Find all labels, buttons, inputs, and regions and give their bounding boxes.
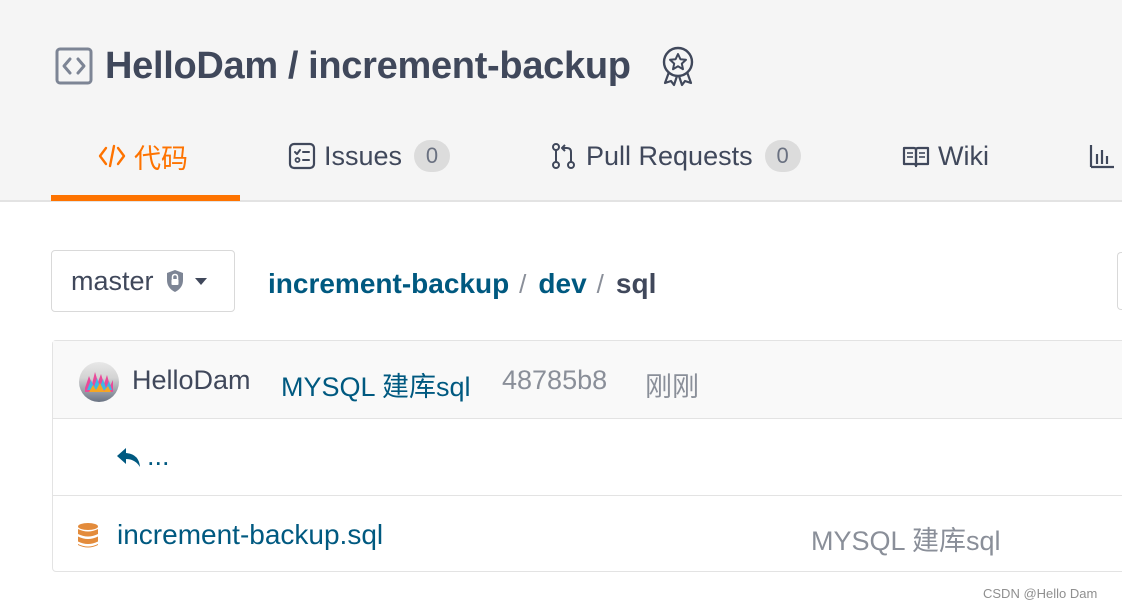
commit-author[interactable]: HelloDam (132, 365, 251, 396)
parent-directory-row[interactable]: ... (53, 419, 1122, 496)
caret-down-icon (194, 278, 207, 285)
branch-name: master (71, 265, 154, 296)
repo-header: HelloDam / increment-backup 代码 Issues 0 … (0, 0, 1122, 202)
breadcrumb-current: sql (615, 268, 657, 299)
repo-name-link[interactable]: increment-backup (308, 45, 631, 88)
active-tab-indicator (51, 195, 240, 201)
code-icon (98, 144, 126, 168)
breadcrumb-dev-link[interactable]: dev (538, 268, 586, 300)
tab-issues[interactable]: Issues 0 (288, 112, 451, 200)
award-badge-icon[interactable] (659, 45, 697, 87)
lock-icon (166, 270, 183, 292)
tab-pull-requests[interactable]: Pull Requests 0 (550, 112, 801, 200)
repo-owner-link[interactable]: HelloDam (105, 45, 278, 88)
tab-code-label: 代码 (134, 143, 188, 174)
tab-pull-requests-label: Pull Requests (586, 140, 753, 171)
issues-icon (288, 142, 316, 170)
latest-commit-row: HelloDam MYSQL 建库sql 48785b8 刚刚 (53, 341, 1122, 419)
code-repo-icon (55, 47, 93, 85)
tab-code[interactable]: 代码 (98, 112, 188, 200)
tab-issues-label: Issues (324, 140, 403, 171)
breadcrumb-repo-link[interactable]: increment-backup (268, 268, 509, 300)
breadcrumb-separator: / (519, 268, 527, 299)
pull-requests-count-badge: 0 (764, 140, 801, 172)
commit-message-link[interactable]: MYSQL 建库sql (281, 365, 471, 404)
breadcrumb-separator: / (596, 268, 604, 299)
breadcrumb: increment-backup / dev / sql (268, 262, 656, 306)
branch-selector[interactable]: master (51, 250, 235, 312)
tab-wiki-label: Wiki (938, 140, 989, 171)
book-icon (902, 146, 930, 168)
issues-count-badge: 0 (414, 140, 451, 172)
tab-statistics[interactable] (1088, 112, 1122, 200)
tab-wiki[interactable]: Wiki (902, 112, 989, 200)
avatar-image-icon (85, 372, 113, 392)
watermark: CSDN @Hello Dam (983, 586, 1098, 601)
table-row: increment-backup.sql MYSQL 建库sql (53, 496, 1122, 572)
clone-button-edge[interactable] (1117, 252, 1122, 310)
file-name-link[interactable]: increment-backup.sql (117, 519, 383, 551)
commit-sha-link[interactable]: 48785b8 (502, 365, 607, 396)
repo-tabs: 代码 Issues 0 Pull Requests 0 Wiki (0, 112, 1122, 202)
reply-arrow-icon (117, 448, 140, 467)
repo-title: HelloDam / increment-backup (55, 40, 697, 92)
pull-request-icon (552, 143, 575, 169)
bar-chart-icon (1089, 145, 1114, 169)
database-icon (78, 523, 98, 548)
repo-title-separator: / (287, 44, 299, 87)
avatar[interactable] (79, 362, 119, 402)
file-commit-message-link[interactable]: MYSQL 建库sql (811, 519, 1001, 558)
file-list: HelloDam MYSQL 建库sql 48785b8 刚刚 ... incr… (52, 340, 1122, 572)
commit-time: 刚刚 (645, 372, 699, 402)
parent-directory-label: ... (147, 441, 170, 471)
